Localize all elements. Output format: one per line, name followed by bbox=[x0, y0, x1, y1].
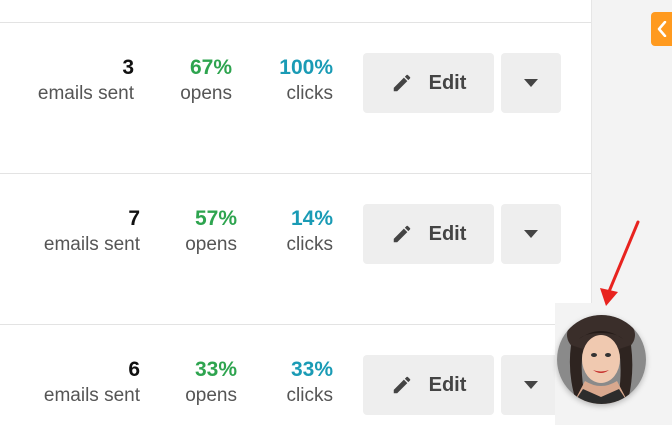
edit-button[interactable]: Edit bbox=[363, 204, 494, 264]
clicks-value: 33% bbox=[290, 358, 333, 381]
row-divider bbox=[0, 173, 591, 174]
opens-label: opens bbox=[185, 385, 237, 406]
opens-value: 33% bbox=[194, 358, 237, 381]
opens-stat: 57% opens bbox=[185, 206, 237, 258]
support-chat-avatar[interactable] bbox=[557, 315, 646, 404]
emails-sent-stat: 3 emails sent bbox=[38, 55, 134, 107]
chevron-left-icon bbox=[657, 21, 666, 37]
caret-down-icon bbox=[524, 79, 538, 87]
emails-sent-value: 3 bbox=[122, 56, 134, 79]
caret-down-icon bbox=[524, 230, 538, 238]
edit-button[interactable]: Edit bbox=[363, 53, 494, 113]
edit-button[interactable]: Edit bbox=[363, 355, 494, 415]
emails-sent-stat: 6 emails sent bbox=[44, 357, 140, 409]
opens-value: 67% bbox=[189, 56, 232, 79]
pencil-icon bbox=[393, 74, 410, 92]
clicks-label: clicks bbox=[286, 234, 333, 255]
emails-sent-label: emails sent bbox=[43, 385, 140, 406]
opens-label: opens bbox=[180, 83, 232, 104]
actions-dropdown-button[interactable] bbox=[501, 355, 561, 415]
opens-value: 57% bbox=[194, 207, 237, 230]
clicks-stat: 14% clicks bbox=[287, 206, 333, 258]
edit-button-label: Edit bbox=[428, 373, 467, 396]
clicks-stat: 100% clicks bbox=[279, 55, 333, 107]
row-divider bbox=[0, 324, 591, 325]
pencil-icon bbox=[393, 225, 410, 243]
clicks-value: 14% bbox=[290, 207, 333, 230]
actions-dropdown-button[interactable] bbox=[501, 204, 561, 264]
arrow-annotation-icon bbox=[600, 220, 640, 306]
caret-down-icon bbox=[524, 381, 538, 389]
edit-button-label: Edit bbox=[428, 222, 467, 245]
clicks-label: clicks bbox=[286, 385, 333, 406]
edit-button-label: Edit bbox=[428, 71, 467, 94]
sidebar-collapse-button[interactable] bbox=[651, 12, 672, 46]
clicks-stat: 33% clicks bbox=[287, 357, 333, 409]
emails-sent-value: 7 bbox=[128, 207, 140, 230]
pencil-icon bbox=[393, 376, 410, 394]
opens-stat: 33% opens bbox=[185, 357, 237, 409]
actions-dropdown-button[interactable] bbox=[501, 53, 561, 113]
opens-label: opens bbox=[185, 234, 237, 255]
opens-stat: 67% opens bbox=[180, 55, 232, 107]
emails-sent-stat: 7 emails sent bbox=[44, 206, 140, 258]
clicks-label: clicks bbox=[286, 83, 333, 104]
campaign-list: 3 emails sent 67% opens 100% clicks Edit… bbox=[0, 0, 591, 425]
emails-sent-label: emails sent bbox=[37, 83, 134, 104]
clicks-value: 100% bbox=[279, 56, 333, 79]
emails-sent-value: 6 bbox=[128, 358, 140, 381]
support-agent-photo-icon bbox=[557, 315, 646, 404]
row-divider bbox=[0, 22, 591, 23]
emails-sent-label: emails sent bbox=[43, 234, 140, 255]
